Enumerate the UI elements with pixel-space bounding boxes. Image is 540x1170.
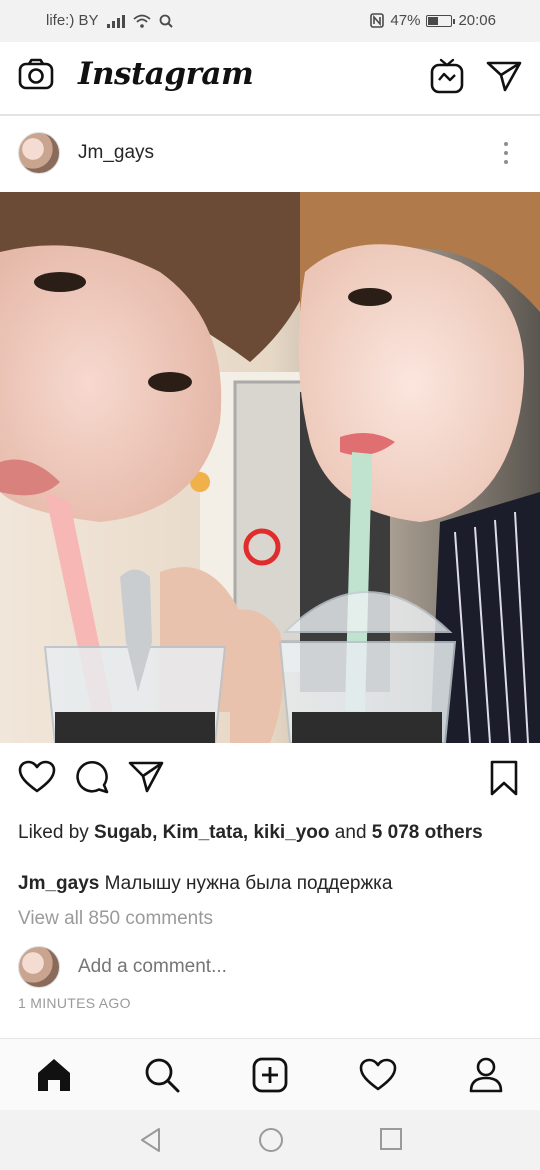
signal-icon [106, 14, 125, 28]
liked-user[interactable]: Kim_tata [163, 822, 243, 843]
activity-heart-icon[interactable] [359, 1057, 397, 1093]
liked-user[interactable]: kiki_yoo [253, 822, 329, 843]
post-photo[interactable] [0, 192, 540, 743]
caption-text: Малышу нужна была поддержка [99, 873, 393, 894]
post-caption: Jm_gays Малышу нужна была поддержка [18, 873, 518, 895]
status-right: 47% 20:06 [370, 12, 496, 29]
profile-icon[interactable] [468, 1057, 504, 1093]
bookmark-icon[interactable] [490, 760, 518, 796]
search-icon [159, 14, 173, 28]
system-nav-bar [0, 1110, 540, 1170]
home-circle-icon[interactable] [258, 1127, 284, 1153]
battery-icon [426, 14, 456, 27]
add-post-icon[interactable] [252, 1057, 288, 1093]
add-comment-row [0, 942, 540, 992]
bottom-nav [0, 1038, 540, 1110]
share-icon[interactable] [128, 760, 164, 794]
back-icon[interactable] [139, 1127, 163, 1153]
liked-user[interactable]: Sugab [94, 822, 152, 843]
caption-username[interactable]: Jm_gays [18, 873, 99, 894]
post-actions [0, 752, 540, 808]
carrier-label: life:) BY [46, 12, 99, 29]
likes-summary[interactable]: Liked by Sugab, Kim_tata, kiki_yoo and 5… [18, 820, 488, 845]
igtv-icon[interactable] [430, 58, 464, 94]
search-icon[interactable] [144, 1057, 180, 1093]
add-comment-input[interactable] [78, 956, 478, 978]
avatar[interactable] [18, 132, 60, 174]
post-timestamp: 1 MINUTES AGO [18, 995, 131, 1011]
view-all-comments-link[interactable]: View all 850 comments [18, 908, 213, 930]
post-username[interactable]: Jm_gays [78, 142, 154, 164]
status-left: life:) BY [46, 12, 173, 29]
instagram-feed-screen: life:) BY 47% 20:06 Instagram Jm_gays Li… [0, 0, 540, 1170]
camera-icon[interactable] [18, 58, 54, 90]
post-header: Jm_gays [0, 116, 540, 192]
battery-percent: 47% [390, 12, 421, 29]
direct-message-icon[interactable] [486, 60, 522, 92]
home-icon[interactable] [36, 1057, 72, 1093]
avatar [18, 946, 60, 988]
liked-by-prefix: Liked by [18, 822, 95, 843]
instagram-logo: Instagram [78, 56, 254, 92]
liked-by-and: and [329, 822, 372, 843]
clock: 20:06 [458, 12, 496, 29]
liked-others[interactable]: 5 078 others [372, 822, 483, 843]
app-header: Instagram [0, 42, 540, 116]
comment-icon[interactable] [75, 760, 109, 794]
nfc-icon [370, 13, 385, 28]
heart-icon[interactable] [18, 760, 56, 794]
post-photo-illustration [0, 192, 540, 743]
recents-icon[interactable] [379, 1127, 403, 1151]
more-options-icon[interactable] [502, 142, 510, 164]
wifi-icon [132, 14, 151, 28]
status-bar: life:) BY 47% 20:06 [0, 0, 540, 42]
